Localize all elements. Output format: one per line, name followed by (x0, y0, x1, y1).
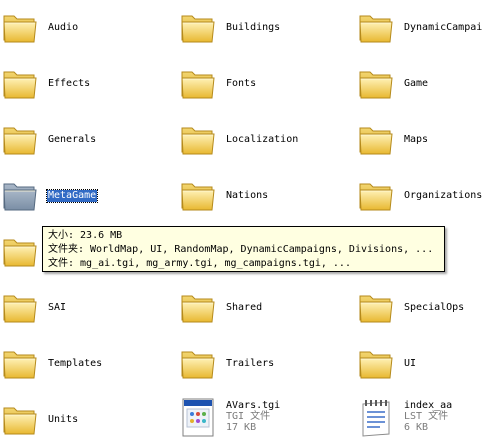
folder-item[interactable]: Fonts (178, 62, 348, 104)
folder-item[interactable]: SAI (0, 286, 170, 328)
folder-label: SpecialOps (404, 302, 465, 313)
folder-icon (2, 65, 38, 101)
folder-icon (180, 345, 216, 381)
tgi-file-icon (180, 398, 216, 437)
file-size: 6 KB (404, 422, 429, 433)
folder-item[interactable]: Templates (0, 342, 170, 384)
file-type: LST 文件 (404, 411, 449, 422)
folder-label: Trailers (226, 358, 275, 369)
folder-item[interactable]: Game (356, 62, 482, 104)
folder-icon (180, 9, 216, 45)
folder-label: Shared (226, 302, 263, 313)
folder-icon (2, 177, 38, 213)
folder-item[interactable]: MetaGame (0, 174, 170, 216)
folder-label: UI (404, 358, 417, 369)
folder-label: Audio (48, 22, 79, 33)
lst-file-icon (358, 398, 394, 437)
folder-item[interactable]: Shared (178, 286, 348, 328)
folder-item[interactable]: DynamicCampai (356, 6, 482, 48)
folder-icon (2, 9, 38, 45)
file-details: index_aa LST 文件 6 KB (404, 400, 452, 433)
file-item[interactable]: index_aa LST 文件 6 KB (356, 398, 482, 440)
folder-icon (2, 345, 38, 381)
file-type: TGI 文件 (226, 411, 271, 422)
file-name: AVars.tgi (226, 400, 281, 411)
folder-icon (2, 289, 38, 325)
tooltip-size: 大小: 23.6 MB (48, 230, 123, 241)
folder-icon (2, 121, 38, 157)
folder-label: Nations (226, 190, 269, 201)
folder-item[interactable]: Generals (0, 118, 170, 160)
folder-item[interactable]: UI (356, 342, 482, 384)
folder-item[interactable]: Buildings (178, 6, 348, 48)
file-size: 17 KB (226, 422, 257, 433)
folder-label: DynamicCampai (404, 22, 482, 33)
folder-label: Units (48, 414, 79, 425)
folder-label: Effects (48, 78, 91, 89)
folder-icon (2, 401, 38, 437)
folder-icon (180, 177, 216, 213)
folder-item[interactable]: Maps (356, 118, 482, 160)
folder-label: Fonts (226, 78, 257, 89)
folder-item[interactable]: Trailers (178, 342, 348, 384)
folder-label: MetaGame (45, 189, 99, 203)
folder-info-tooltip: 大小: 23.6 MB 文件夹: WorldMap, UI, RandomMap… (42, 226, 445, 272)
folder-item[interactable]: Nations (178, 174, 348, 216)
folder-item[interactable]: Effects (0, 62, 170, 104)
folder-label: Templates (48, 358, 103, 369)
file-details: AVars.tgi TGI 文件 17 KB (226, 400, 280, 433)
tooltip-files: 文件: mg_ai.tgi, mg_army.tgi, mg_campaigns… (48, 258, 351, 269)
folder-label: Maps (404, 134, 429, 145)
folder-label: SAI (48, 302, 67, 313)
folder-label: Buildings (226, 22, 281, 33)
folder-icon (358, 345, 394, 381)
folder-label: Generals (48, 134, 97, 145)
file-item[interactable]: AVars.tgi TGI 文件 17 KB (178, 398, 348, 440)
folder-item[interactable]: SpecialOps (356, 286, 482, 328)
folder-item[interactable]: Audio (0, 6, 170, 48)
folder-icon (358, 65, 394, 101)
folder-icon (180, 65, 216, 101)
folder-label: Localization (226, 134, 299, 145)
file-name: index_aa (404, 400, 453, 411)
folder-item[interactable]: Localization (178, 118, 348, 160)
folder-icon (180, 121, 216, 157)
folder-icon (358, 177, 394, 213)
folder-item[interactable]: Organizations (356, 174, 482, 216)
folder-icon (2, 233, 38, 269)
folder-item[interactable]: Units (0, 398, 170, 440)
folder-label: Organizations (404, 190, 482, 201)
folder-icon (180, 289, 216, 325)
folder-icon (358, 121, 394, 157)
folder-icon (358, 289, 394, 325)
folder-icon (358, 9, 394, 45)
tooltip-folders: 文件夹: WorldMap, UI, RandomMap, DynamicCam… (48, 244, 434, 255)
folder-label: Game (404, 78, 429, 89)
